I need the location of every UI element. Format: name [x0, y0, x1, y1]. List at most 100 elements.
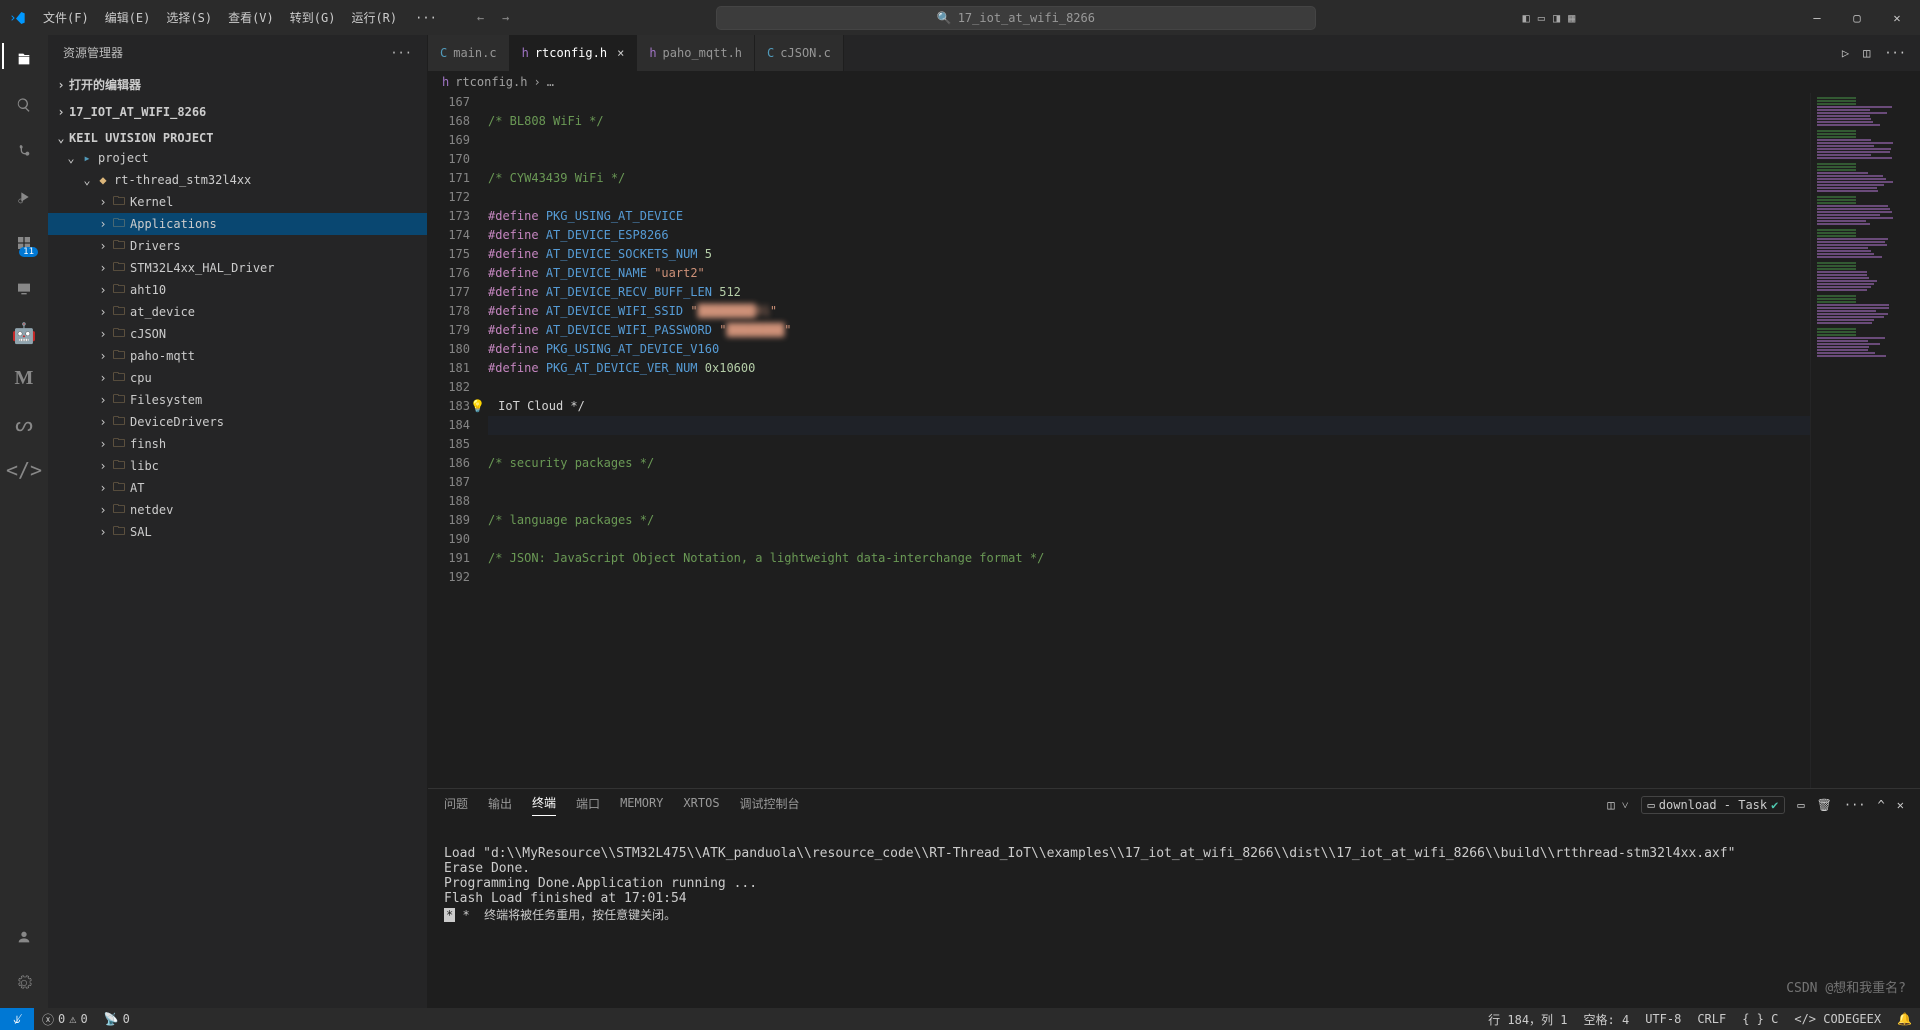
lightbulb-icon[interactable]: 💡 — [470, 399, 485, 413]
panel-tab[interactable]: 问题 — [444, 795, 468, 816]
panel-tab[interactable]: 输出 — [488, 795, 512, 816]
nav-forward-icon[interactable]: → — [502, 11, 509, 25]
breadcrumb[interactable]: h rtconfig.h › … — [428, 71, 1920, 93]
tree-item[interactable]: ›🗀at_device — [48, 301, 427, 323]
close-tab-icon[interactable]: × — [617, 46, 624, 60]
tree-item[interactable]: ›🗀finsh — [48, 433, 427, 455]
editor-tab[interactable]: CcJSON.c — [755, 35, 844, 71]
menu-item[interactable]: 转到(G) — [282, 9, 344, 26]
status-radio[interactable]: 📡 0 — [96, 1012, 138, 1026]
extensions-icon[interactable]: 11 — [16, 229, 32, 253]
m-icon[interactable]: M — [15, 367, 34, 390]
panel-actions: ◫ ˅ ▭ download - Task ✔ ▭ 🗑 ··· ^ ✕ — [1607, 796, 1904, 814]
customize-layout-icon[interactable]: ▦ — [1568, 11, 1575, 25]
remote-indicator-icon[interactable]: ⫝̸ — [0, 1008, 34, 1030]
minimap[interactable] — [1810, 93, 1920, 788]
run-icon[interactable]: ▷ — [1842, 46, 1849, 60]
keil-section[interactable]: ⌄KEIL UVISION PROJECT — [48, 129, 427, 147]
menu-item[interactable]: 编辑(E) — [97, 9, 159, 26]
panel-more-icon[interactable]: ··· — [1844, 798, 1866, 812]
toggle-panel-icon[interactable]: ▭ — [1538, 11, 1545, 25]
status-indent[interactable]: 空格: 4 — [1576, 1011, 1638, 1028]
status-line-col[interactable]: 行 184，列 1 — [1480, 1011, 1575, 1028]
explorer-icon[interactable] — [16, 45, 32, 69]
status-notifications-icon[interactable]: 🔔 — [1889, 1011, 1920, 1028]
tree-label: cpu — [128, 371, 152, 385]
close-icon[interactable]: ✕ — [1882, 11, 1912, 25]
tree-label: STM32L4xx_HAL_Driver — [128, 261, 275, 275]
workspace-section[interactable]: ›17_IOT_AT_WIFI_8266 — [48, 103, 427, 121]
menu-item[interactable]: 运行(R) — [343, 9, 405, 26]
tree-item[interactable]: ›🗀AT — [48, 477, 427, 499]
tree-item[interactable]: ›🗀STM32L4xx_HAL_Driver — [48, 257, 427, 279]
tree-item[interactable]: ›🗀SAL — [48, 521, 427, 543]
split-editor-icon[interactable]: ◫ — [1863, 46, 1870, 60]
chevron-icon: › — [96, 371, 110, 385]
status-encoding[interactable]: UTF-8 — [1637, 1011, 1689, 1028]
brackets-icon[interactable]: </> — [6, 458, 42, 482]
tree-item[interactable]: ›🗀netdev — [48, 499, 427, 521]
sidebar-more-icon[interactable]: ··· — [390, 46, 412, 60]
editor-tab[interactable]: hpaho_mqtt.h — [637, 35, 755, 71]
minimize-icon[interactable]: — — [1802, 11, 1832, 25]
account-icon[interactable] — [16, 923, 32, 947]
bottom-panel: 问题输出终端端口 MEMORY XRTOS 调试控制台 ◫ ˅ ▭ download … — [428, 788, 1920, 1008]
kill-terminal-icon[interactable]: 🗑 — [1817, 798, 1832, 812]
tree-label: cJSON — [128, 327, 166, 341]
tab-more-icon[interactable]: ··· — [1884, 46, 1906, 60]
remote-explorer-icon[interactable] — [16, 275, 32, 299]
menu-more-icon[interactable]: ··· — [405, 11, 447, 25]
new-terminal-icon[interactable]: ▭ — [1797, 798, 1804, 812]
panel-tab[interactable]: 端口 — [576, 795, 600, 816]
code-editor[interactable]: 1671681691701711721731741751761771781791… — [428, 93, 1920, 788]
command-center[interactable]: 🔍 17_iot_at_wifi_8266 — [716, 6, 1316, 30]
panel-tab[interactable]: 终端 — [532, 794, 556, 816]
tree-item[interactable]: ›🗀Drivers — [48, 235, 427, 257]
tree-item[interactable]: ›🗀cpu — [48, 367, 427, 389]
task-badge[interactable]: ▭ download - Task ✔ — [1641, 796, 1786, 814]
folder-icon: 🗀 — [110, 236, 128, 257]
maximize-icon[interactable]: ▢ — [1842, 11, 1872, 25]
activity-bar: 11 🤖 M ᔕ </> — [0, 35, 48, 1008]
menu-item[interactable]: 查看(V) — [220, 9, 282, 26]
status-codegeex[interactable]: </> CODEGEEX — [1786, 1011, 1889, 1028]
menu-item[interactable]: 选择(S) — [158, 9, 220, 26]
robot-icon[interactable]: 🤖 — [12, 321, 37, 345]
search-icon: 🔍 — [937, 11, 952, 25]
tree-item[interactable]: ›🗀Kernel — [48, 191, 427, 213]
source-control-icon[interactable] — [16, 137, 32, 161]
terminal-output[interactable]: Load "d:\\MyResource\\STM32L475\\ATK_pan… — [428, 821, 1920, 1008]
editor-tab[interactable]: hrtconfig.h× — [510, 35, 638, 71]
status-language[interactable]: { } C — [1734, 1011, 1786, 1028]
tree-item[interactable]: ›🗀Applications — [48, 213, 427, 235]
panel-tab[interactable]: XRTOS — [683, 796, 719, 814]
menu-item[interactable]: 文件(F) — [35, 9, 97, 26]
maximize-panel-icon[interactable]: ^ — [1878, 798, 1885, 812]
status-errors[interactable]: ⓧ 0 ⚠ 0 — [34, 1011, 96, 1028]
tree-item[interactable]: ⌄▸project — [48, 147, 427, 169]
panel-tab[interactable]: 调试控制台 — [740, 795, 800, 816]
tree-item[interactable]: ⌄◆rt-thread_stm32l4xx — [48, 169, 427, 191]
octopus-icon[interactable]: ᔕ — [15, 412, 33, 436]
panel-tab[interactable]: MEMORY — [620, 796, 663, 814]
terminal-split-icon[interactable]: ◫ ˅ — [1607, 798, 1628, 813]
status-eol[interactable]: CRLF — [1689, 1011, 1734, 1028]
close-panel-icon[interactable]: ✕ — [1897, 798, 1904, 812]
settings-gear-icon[interactable] — [16, 969, 32, 993]
tree-item[interactable]: ›🗀libc — [48, 455, 427, 477]
run-debug-icon[interactable] — [16, 183, 32, 207]
open-editors-section[interactable]: ›打开的编辑器 — [48, 74, 427, 95]
toggle-secondary-sidebar-icon[interactable]: ◨ — [1553, 11, 1560, 25]
chevron-icon: › — [96, 239, 110, 253]
toggle-primary-sidebar-icon[interactable]: ◧ — [1522, 11, 1529, 25]
tree-item[interactable]: ›🗀paho-mqtt — [48, 345, 427, 367]
nav-back-icon[interactable]: ← — [477, 11, 484, 25]
tree-item[interactable]: ›🗀Filesystem — [48, 389, 427, 411]
editor-area: Cmain.chrtconfig.h×hpaho_mqtt.hCcJSON.c … — [428, 35, 1920, 1008]
editor-tab[interactable]: Cmain.c — [428, 35, 510, 71]
code-content[interactable]: /* BL808 WiFi */ /* CYW43439 WiFi */ #de… — [488, 93, 1810, 788]
tree-item[interactable]: ›🗀DeviceDrivers — [48, 411, 427, 433]
tree-item[interactable]: ›🗀cJSON — [48, 323, 427, 345]
search-icon[interactable] — [16, 91, 32, 115]
tree-item[interactable]: ›🗀aht10 — [48, 279, 427, 301]
